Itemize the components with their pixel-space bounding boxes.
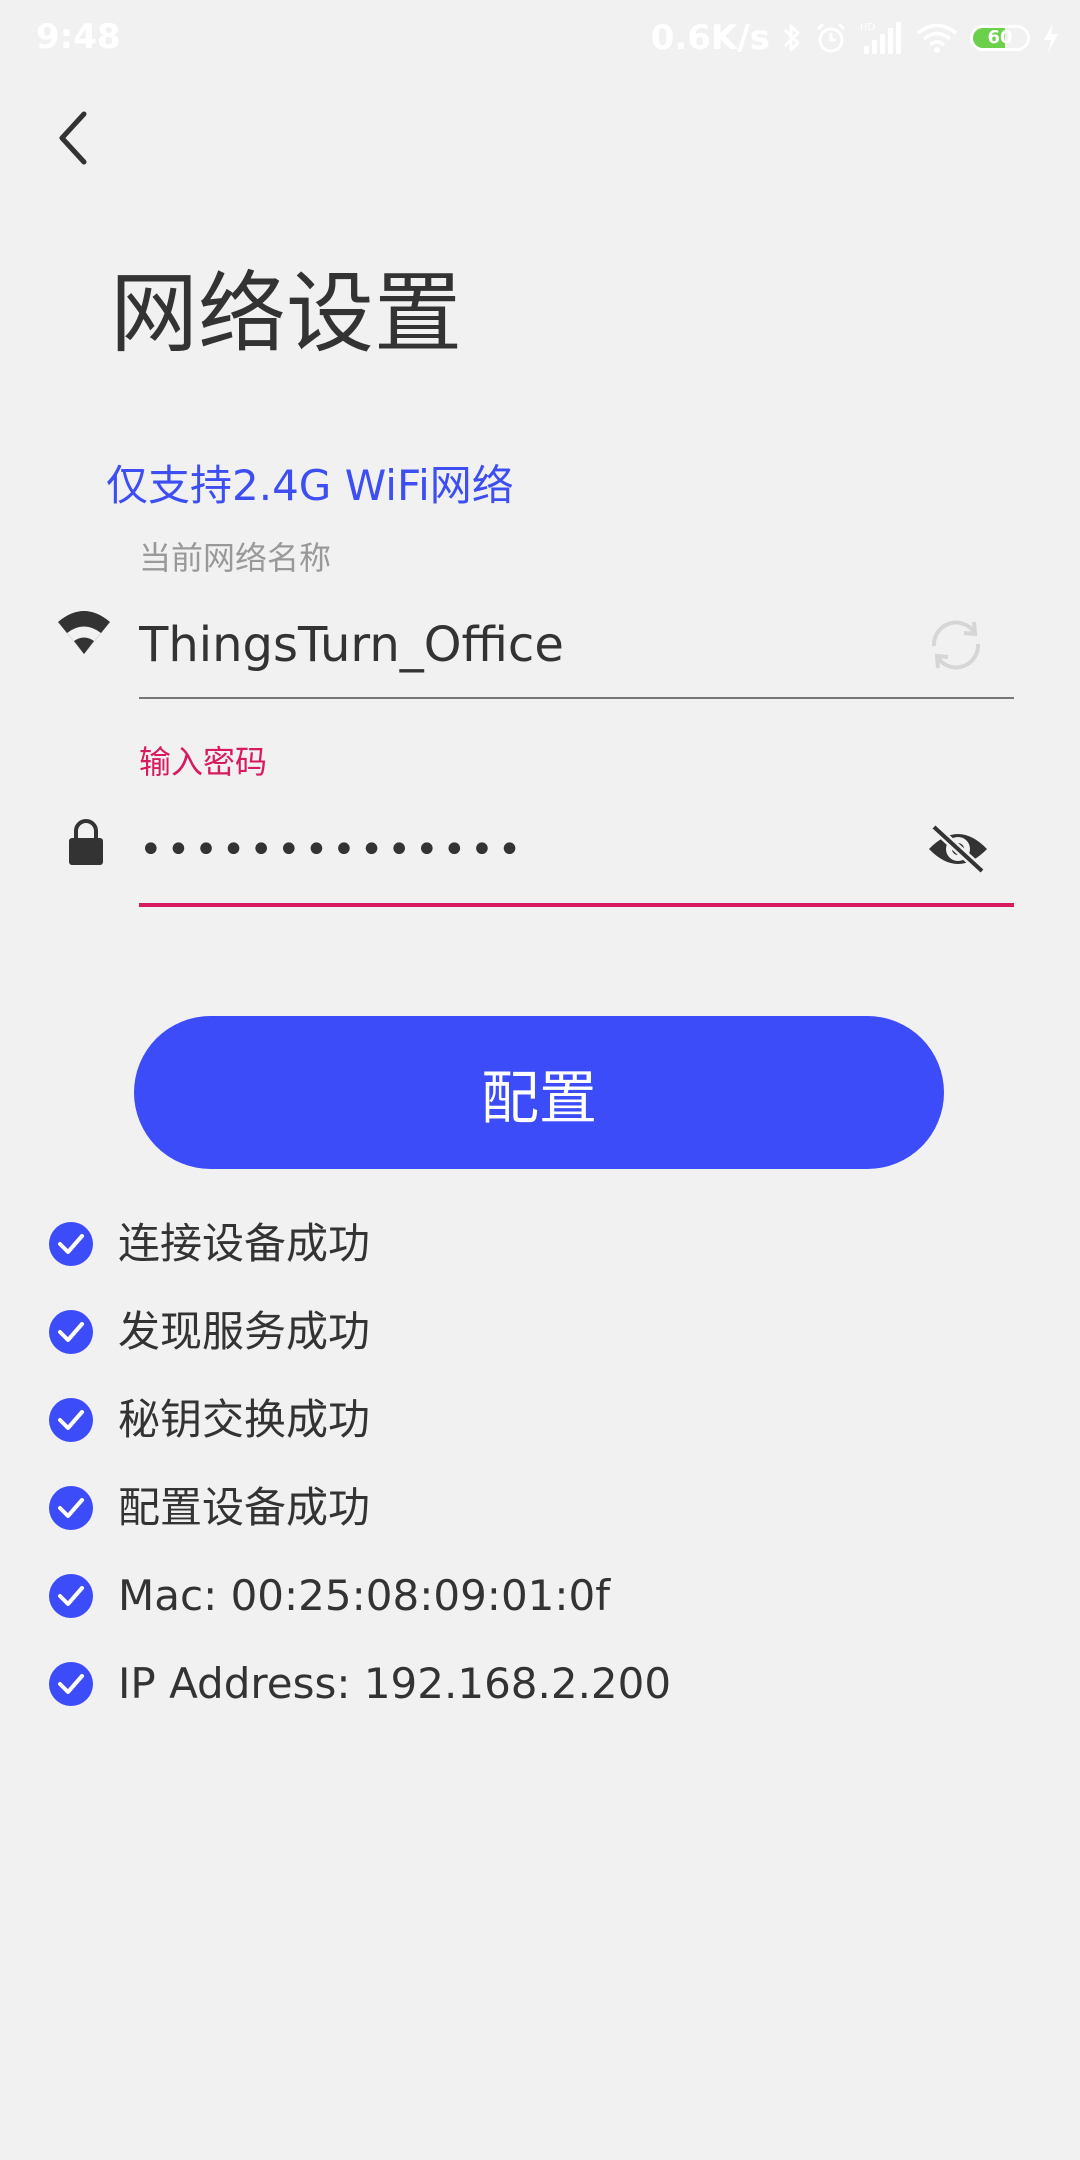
wifi-icon — [54, 602, 114, 662]
svg-text:HD: HD — [860, 22, 876, 33]
net-speed: 0.6K/s — [650, 18, 770, 58]
back-button[interactable] — [44, 100, 104, 180]
list-item-text: Mac: 00:25:08:09:01:0f — [118, 1571, 611, 1620]
visibility-off-icon[interactable] — [922, 816, 994, 882]
config-button[interactable]: 配置 — [134, 1016, 944, 1169]
password-field[interactable] — [139, 815, 899, 885]
list-item-text: 配置设备成功 — [118, 1483, 371, 1532]
ssid-field[interactable] — [139, 610, 899, 680]
password-underline — [139, 903, 1014, 907]
list-item: 配置设备成功 — [48, 1464, 671, 1552]
check-circle-icon — [48, 1397, 94, 1443]
alarm-icon — [814, 21, 848, 55]
ssid-label: 当前网络名称 — [139, 539, 332, 577]
list-item: 连接设备成功 — [48, 1200, 671, 1288]
chevron-left-icon — [54, 108, 94, 172]
list-item-text: 发现服务成功 — [118, 1307, 371, 1356]
status-bar-right: 0.6K/s HD 60 — [651, 14, 1060, 62]
ssid-underline — [139, 697, 1014, 699]
battery-level: 60 — [987, 27, 1013, 48]
battery-icon: 60 — [970, 25, 1030, 51]
wifi-hint: 仅支持2.4G WiFi网络 — [106, 461, 514, 510]
check-circle-icon — [48, 1221, 94, 1267]
hd-signal-icon: HD — [860, 20, 904, 56]
list-item: IP Address: 192.168.2.200 — [48, 1640, 671, 1728]
check-circle-icon — [48, 1485, 94, 1531]
check-circle-icon — [48, 1309, 94, 1355]
progress-list: 连接设备成功 发现服务成功 秘钥交换成功 配置设备成功 Mac: 00:25:0… — [48, 1200, 671, 1728]
refresh-icon[interactable] — [918, 610, 994, 680]
list-item-text: 秘钥交换成功 — [118, 1395, 371, 1444]
list-item: 秘钥交换成功 — [48, 1376, 671, 1464]
list-item: Mac: 00:25:08:09:01:0f — [48, 1552, 671, 1640]
list-item-text: IP Address: 192.168.2.200 — [118, 1659, 672, 1708]
page-title: 网络设置 — [110, 262, 463, 365]
check-circle-icon — [48, 1661, 94, 1707]
bluetooth-icon — [782, 21, 802, 55]
list-item-text: 连接设备成功 — [118, 1219, 371, 1268]
status-time: 9:48 — [36, 17, 121, 57]
lock-icon — [56, 812, 116, 872]
password-label: 输入密码 — [139, 743, 268, 781]
charging-icon — [1042, 22, 1060, 54]
list-item: 发现服务成功 — [48, 1288, 671, 1376]
wifi-icon — [916, 22, 958, 54]
check-circle-icon — [48, 1573, 94, 1619]
